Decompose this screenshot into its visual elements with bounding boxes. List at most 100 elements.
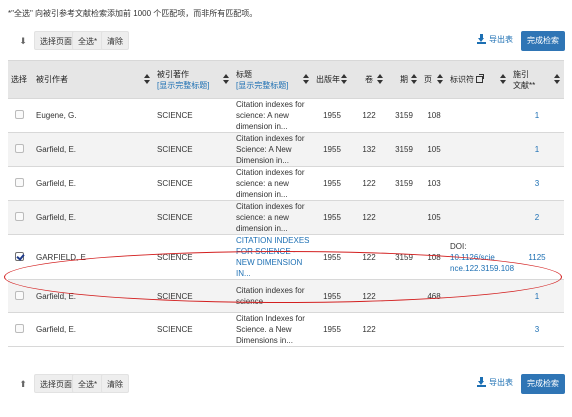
show-full-title-link[interactable]: [显示完整标题] — [157, 80, 230, 91]
export-label: 导出表 — [489, 35, 513, 44]
issue: 3159 — [387, 166, 421, 201]
sort-icon[interactable] — [411, 74, 417, 84]
select-all-button[interactable]: 全选* — [72, 31, 104, 50]
year: 1955 — [313, 166, 351, 201]
cited-work: SCIENCE — [154, 166, 233, 201]
col-select: 选择 — [8, 60, 33, 99]
volume: 132 — [351, 132, 387, 167]
col-cited-author[interactable]: 被引作者 — [33, 60, 154, 99]
col-citing[interactable]: 施引 文献** — [510, 60, 564, 99]
volume: 122 — [351, 234, 387, 280]
row-checkbox[interactable] — [15, 144, 24, 153]
table-row-selected: GARFIELD, E SCIENCE CITATION INDEXES FOR… — [8, 234, 564, 280]
sort-icon[interactable] — [437, 74, 443, 84]
sort-icon[interactable] — [223, 74, 229, 84]
citing-count-link[interactable]: 3 — [510, 166, 564, 201]
year: 1955 — [313, 132, 351, 167]
clear-button[interactable]: 清除 — [101, 31, 129, 50]
volume: 122 — [351, 166, 387, 201]
sort-icon[interactable] — [144, 74, 150, 84]
cited-author: Garfield, E. — [33, 132, 154, 167]
year: 1955 — [313, 234, 351, 280]
year: 1955 — [313, 312, 351, 347]
page: 105 — [421, 132, 447, 167]
citing-count-link[interactable]: 2 — [510, 200, 564, 235]
issue — [387, 200, 421, 235]
volume: 122 — [351, 98, 387, 133]
cited-title-link[interactable]: CITATION INDEXES FOR SCIENCE - NEW DIMEN… — [233, 234, 313, 280]
col-identifier[interactable]: 标识符 — [447, 60, 510, 99]
year: 1955 — [313, 200, 351, 235]
col-title[interactable]: 标题 [显示完整标题] — [233, 60, 313, 99]
citing-count-link[interactable]: 3 — [510, 312, 564, 347]
table-row: Garfield, E. SCIENCE Citation indexes fo… — [8, 200, 564, 235]
cited-reference-table: 选择 被引作者 被引著作 [显示完整标题] 标题 [显示完整标题] 出版年 卷 期 … — [8, 60, 564, 347]
clear-button[interactable]: 清除 — [101, 374, 129, 393]
row-checkbox[interactable] — [15, 178, 24, 187]
sort-icon[interactable] — [500, 74, 506, 84]
issue: 3159 — [387, 98, 421, 133]
finish-search-button[interactable]: 完成检索 — [521, 31, 565, 51]
citing-count-link[interactable]: 1 — [510, 98, 564, 133]
cited-work: SCIENCE — [154, 98, 233, 133]
row-checkbox[interactable] — [15, 290, 24, 300]
cited-title: Citation indexes for science: a new dime… — [233, 200, 313, 235]
cited-author: Garfield, E. — [33, 166, 154, 201]
arrow-up-icon: ⬆ — [19, 379, 27, 389]
issue: 3159 — [387, 234, 421, 280]
sort-icon[interactable] — [303, 74, 309, 84]
volume: 122 — [351, 279, 387, 313]
cited-title: Citation indexes for science — [233, 279, 313, 313]
row-checkbox[interactable] — [15, 212, 24, 221]
row-checkbox[interactable] — [15, 110, 24, 119]
sort-icon[interactable] — [377, 74, 383, 84]
cited-work: SCIENCE — [154, 200, 233, 235]
volume: 122 — [351, 312, 387, 347]
identifier — [447, 312, 510, 347]
page — [421, 312, 447, 347]
cited-title: Citation Indexes for Science. a New Dime… — [233, 312, 313, 347]
col-year[interactable]: 出版年 — [313, 60, 351, 99]
external-link-icon — [476, 74, 484, 83]
download-icon — [477, 34, 486, 44]
page: 468 — [421, 279, 447, 313]
download-icon — [477, 377, 486, 387]
doi-link[interactable]: 10.1126/scie nce.122.3159.108 — [450, 253, 514, 273]
sort-icon[interactable] — [554, 74, 560, 84]
col-volume[interactable]: 卷 — [351, 60, 387, 99]
show-full-title-link[interactable]: [显示完整标题] — [236, 80, 310, 91]
row-checkbox-checked[interactable] — [15, 251, 24, 261]
year: 1955 — [313, 98, 351, 133]
page: 108 — [421, 98, 447, 133]
citing-count-link[interactable]: 1 — [510, 132, 564, 167]
top-toolbar: ⬇ 选择页面 全选* 清除 导出表 完成检索 — [0, 30, 572, 52]
cited-author: Garfield, E. — [33, 200, 154, 235]
citing-count-link[interactable]: 1 — [510, 279, 564, 313]
page: 108 — [421, 234, 447, 280]
table-row: Garfield, E. SCIENCE Citation indexes fo… — [8, 279, 564, 313]
col-issue[interactable]: 期 — [387, 60, 421, 99]
table-row: Garfield, E. SCIENCE Citation Indexes fo… — [8, 312, 564, 347]
select-all-button[interactable]: 全选* — [72, 374, 104, 393]
export-table-button[interactable]: 导出表 — [477, 34, 513, 45]
citing-count-link[interactable]: 1125 — [510, 234, 564, 280]
table-row: Garfield, E. SCIENCE Citation indexes fo… — [8, 166, 564, 201]
finish-search-button[interactable]: 完成检索 — [521, 374, 565, 394]
col-cited-work[interactable]: 被引著作 [显示完整标题] — [154, 60, 233, 99]
row-checkbox[interactable] — [15, 324, 24, 333]
identifier — [447, 166, 510, 201]
issue: 3159 — [387, 132, 421, 167]
export-table-button[interactable]: 导出表 — [477, 377, 513, 388]
table-row: Eugene, G. SCIENCE Citation indexes for … — [8, 98, 564, 133]
cited-author: Eugene, G. — [33, 98, 154, 133]
cited-work: SCIENCE — [154, 234, 233, 280]
cited-work: SCIENCE — [154, 312, 233, 347]
issue — [387, 312, 421, 347]
cited-title: Citation indexes for Science: A New Dime… — [233, 132, 313, 167]
sort-icon[interactable] — [341, 74, 347, 84]
bottom-toolbar: ⬆ 选择页面 全选* 清除 导出表 完成检索 — [0, 373, 572, 395]
cited-author: GARFIELD, E — [33, 234, 154, 280]
col-page[interactable]: 页 — [421, 60, 447, 99]
identifier — [447, 200, 510, 235]
page: 105 — [421, 200, 447, 235]
